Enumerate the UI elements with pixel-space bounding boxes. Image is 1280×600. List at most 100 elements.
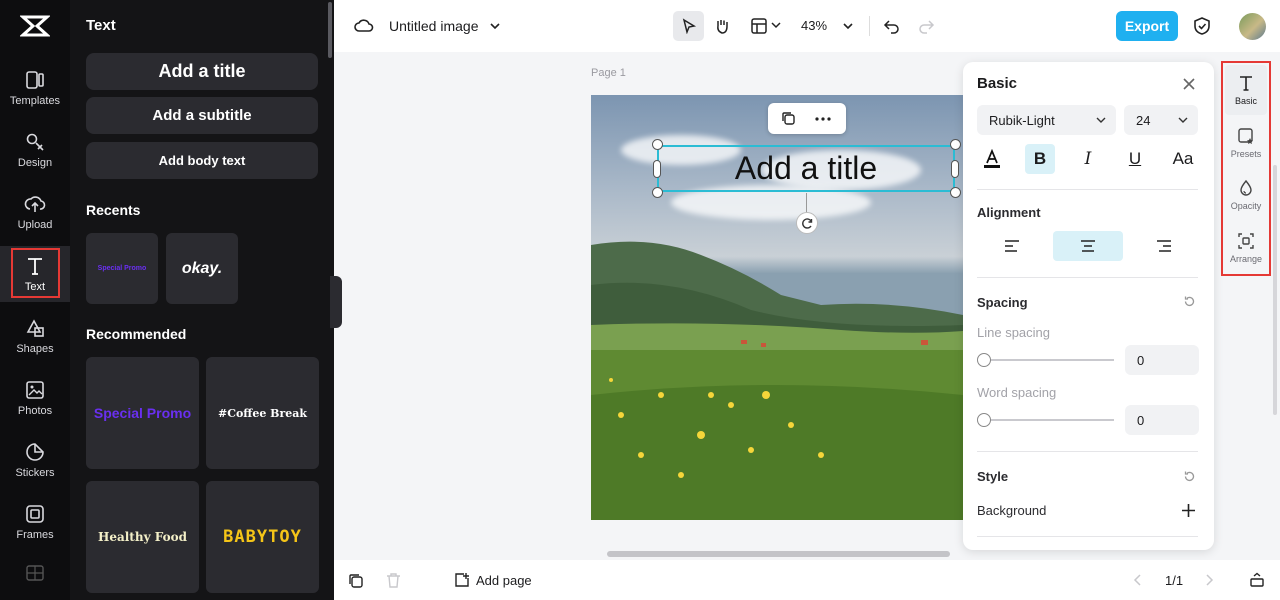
recommended-template-special-promo[interactable]: Special Promo — [86, 357, 199, 469]
tab-label: Arrange — [1229, 254, 1263, 264]
add-subtitle-button[interactable]: Add a subtitle — [86, 97, 318, 134]
zoom-level[interactable]: 43% — [801, 18, 827, 33]
spacing-heading: Spacing — [977, 295, 1028, 310]
select-tool-button[interactable] — [673, 11, 704, 41]
font-size-select[interactable]: 24 — [1124, 105, 1198, 135]
rail-item-templates[interactable]: Templates — [0, 60, 70, 116]
recommended-template-healthy-food[interactable]: Healthy Food — [86, 481, 199, 593]
add-body-text-button[interactable]: Add body text — [86, 142, 318, 179]
duplicate-icon[interactable] — [781, 111, 796, 126]
divider — [977, 189, 1198, 190]
presets-icon — [1238, 128, 1253, 144]
selected-text-element[interactable]: Add a title — [657, 145, 955, 192]
canvas-horizontal-scrollbar[interactable] — [607, 551, 950, 557]
collapse-panel-handle[interactable] — [330, 276, 342, 328]
background-label: Background — [977, 503, 1047, 518]
duplicate-page-icon[interactable] — [348, 573, 364, 589]
add-background-icon[interactable] — [1181, 503, 1196, 518]
line-spacing-input[interactable]: 0 — [1125, 345, 1199, 375]
redo-icon[interactable] — [917, 17, 935, 35]
font-family-select[interactable]: Rubik-Light — [977, 105, 1116, 135]
resize-handle-left[interactable] — [653, 160, 661, 178]
layout-icon[interactable] — [750, 17, 768, 35]
shield-icon[interactable] — [1193, 16, 1211, 36]
rail-item-frames[interactable]: Frames — [0, 494, 70, 550]
frames-icon — [26, 505, 44, 523]
cloud-sync-icon[interactable] — [354, 17, 374, 35]
chevron-down-icon[interactable] — [489, 20, 501, 32]
panel-scrollbar[interactable] — [328, 2, 332, 58]
rail-item-text[interactable]: Text — [0, 246, 70, 302]
undo-icon[interactable] — [883, 17, 901, 35]
layout-chevron-icon[interactable] — [771, 20, 781, 30]
slider-knob[interactable] — [977, 413, 991, 427]
recommended-template-coffee-break[interactable]: #Coffee Break — [206, 357, 319, 469]
export-button[interactable]: Export — [1116, 11, 1178, 41]
divider — [977, 536, 1198, 537]
rail-item-upload[interactable]: Upload — [0, 184, 70, 240]
rail-item-photos[interactable]: Photos — [0, 370, 70, 426]
add-title-button[interactable]: Add a title — [86, 53, 318, 90]
reset-style-icon[interactable] — [1183, 470, 1196, 483]
align-center-button[interactable] — [1053, 231, 1123, 261]
align-left-button[interactable] — [977, 231, 1047, 261]
chevron-down-icon — [1178, 117, 1188, 123]
resize-handle-bottom-right[interactable] — [950, 187, 961, 198]
next-page-icon[interactable] — [1204, 574, 1214, 586]
rail-item-shapes[interactable]: Shapes — [0, 308, 70, 364]
delete-page-icon[interactable] — [386, 572, 401, 588]
text-case-button[interactable]: Aa — [1168, 144, 1198, 174]
text-color-icon — [984, 149, 1000, 168]
underline-button[interactable]: U — [1120, 144, 1150, 174]
avatar[interactable] — [1239, 13, 1266, 40]
line-spacing-label: Line spacing — [977, 325, 1050, 340]
resize-handle-top-left[interactable] — [652, 139, 663, 150]
tab-arrange[interactable]: Arrange — [1225, 223, 1267, 273]
reset-spacing-icon[interactable] — [1183, 295, 1196, 308]
canvas-vertical-scrollbar[interactable] — [1273, 165, 1277, 415]
close-icon[interactable] — [1181, 76, 1197, 92]
word-spacing-slider[interactable] — [977, 413, 1114, 427]
rail-item-label: Design — [17, 157, 53, 169]
previous-page-icon[interactable] — [1133, 574, 1143, 586]
hand-tool-icon[interactable] — [713, 17, 731, 35]
slider-knob[interactable] — [977, 353, 991, 367]
floating-toolbar — [768, 103, 846, 134]
tab-opacity[interactable]: Opacity — [1225, 170, 1267, 220]
resize-handle-bottom-left[interactable] — [652, 187, 663, 198]
rail-item-label: Shapes — [16, 343, 54, 355]
design-icon — [26, 133, 44, 151]
resize-handle-right[interactable] — [951, 160, 959, 178]
italic-button[interactable]: I — [1073, 144, 1103, 174]
rail-item-label: Frames — [16, 529, 54, 541]
recommended-template-babytoy[interactable]: BABYTOY — [206, 481, 319, 593]
rail-item-label: Stickers — [15, 467, 55, 479]
add-page-label: Add page — [476, 572, 532, 588]
text-panel: Text Add a title Add a subtitle Add body… — [70, 0, 334, 600]
document-title[interactable]: Untitled image — [389, 18, 479, 34]
recent-template-special-promo[interactable]: Special Promo — [86, 233, 158, 304]
more-options-icon[interactable] — [815, 117, 831, 121]
tab-label: Opacity — [1230, 201, 1262, 211]
text-color-button[interactable] — [977, 144, 1007, 174]
add-page-button[interactable]: Add page — [454, 572, 532, 588]
shapes-icon — [26, 319, 44, 337]
zoom-chevron-icon[interactable] — [842, 20, 854, 32]
line-spacing-slider[interactable] — [977, 353, 1114, 367]
resize-handle-top-right[interactable] — [950, 139, 961, 150]
pages-panel-icon[interactable] — [1249, 572, 1265, 588]
recent-template-okay[interactable]: okay. — [166, 233, 238, 304]
tab-basic[interactable]: Basic — [1225, 65, 1267, 115]
rail-item-stickers[interactable]: Stickers — [0, 432, 70, 488]
rail-item-label: Photos — [17, 405, 53, 417]
more-apps-icon[interactable] — [26, 565, 44, 581]
arrange-icon — [1238, 233, 1254, 249]
capcut-logo-icon[interactable] — [20, 12, 50, 40]
rotate-handle[interactable] — [796, 212, 818, 234]
tab-presets[interactable]: Presets — [1225, 118, 1267, 168]
rail-item-design[interactable]: Design — [0, 122, 70, 178]
bold-button[interactable]: B — [1025, 144, 1055, 174]
word-spacing-input[interactable]: 0 — [1125, 405, 1199, 435]
property-tabs: Basic Presets Opacity Arrange — [1221, 61, 1271, 276]
align-right-button[interactable] — [1129, 231, 1199, 261]
